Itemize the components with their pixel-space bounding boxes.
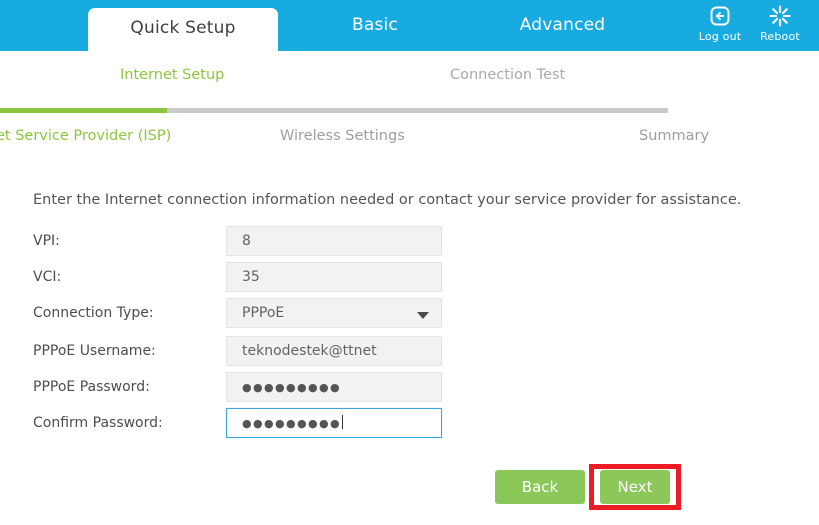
next-button[interactable]: Next (600, 470, 670, 504)
tab-quick-setup[interactable]: Quick Setup (88, 8, 278, 51)
subtab-connection-test[interactable]: Connection Test (450, 67, 565, 83)
wizard-progress-fill (0, 108, 167, 113)
logout-icon (692, 3, 748, 30)
form-row-vci: VCI: 35 (0, 262, 460, 292)
sub-tab-bar: Internet Setup Connection Test (0, 51, 819, 103)
top-header-bar: Quick Setup Basic Advanced Log out Reboo… (0, 0, 819, 51)
vci-input[interactable]: 35 (226, 262, 442, 292)
confirm-password-input[interactable]: ●●●●●●●●● (226, 408, 442, 438)
wizard-step-summary: Summary (639, 128, 710, 144)
connection-type-select[interactable]: PPPoE (226, 298, 442, 328)
vpi-input[interactable]: 8 (226, 226, 442, 256)
back-button[interactable]: Back (495, 470, 585, 504)
tab-basic[interactable]: Basic (300, 0, 450, 51)
label-vpi: VPI: (33, 233, 60, 249)
logout-button[interactable]: Log out (692, 3, 748, 43)
pppoe-password-value: ●●●●●●●●● (242, 381, 341, 394)
wizard-step-isp: et Service Provider (ISP) (0, 128, 172, 144)
reboot-icon (752, 3, 808, 30)
label-connection-type: Connection Type: (33, 305, 154, 321)
text-caret (341, 415, 343, 429)
form-row-connection-type: Connection Type: PPPoE (0, 298, 460, 328)
header-actions: Log out Reboot (689, 0, 819, 51)
wizard-step-wireless-settings: Wireless Settings (280, 128, 405, 144)
subtab-internet-setup[interactable]: Internet Setup (120, 67, 224, 83)
label-pppoe-username: PPPoE Username: (33, 343, 156, 359)
label-pppoe-password: PPPoE Password: (33, 379, 150, 395)
label-confirm-password: Confirm Password: (33, 415, 163, 431)
pppoe-password-input[interactable]: ●●●●●●●●● (226, 372, 442, 402)
label-vci: VCI: (33, 269, 62, 285)
wizard-steps: et Service Provider (ISP) Wireless Setti… (0, 128, 819, 154)
connection-type-value: PPPoE (242, 305, 285, 321)
reboot-button[interactable]: Reboot (752, 3, 808, 43)
form-row-confirm-password: Confirm Password: ●●●●●●●●● (0, 408, 460, 438)
pppoe-username-input[interactable]: teknodestek@ttnet (226, 336, 442, 366)
intro-text: Enter the Internet connection informatio… (33, 192, 742, 208)
form-row-vpi: VPI: 8 (0, 226, 460, 256)
confirm-password-value: ●●●●●●●●● (242, 417, 341, 430)
logout-label: Log out (698, 30, 742, 43)
chevron-down-icon (417, 312, 429, 319)
reboot-label: Reboot (760, 30, 800, 43)
form-row-pppoe-username: PPPoE Username: teknodestek@ttnet (0, 336, 460, 366)
form-row-pppoe-password: PPPoE Password: ●●●●●●●●● (0, 372, 460, 402)
wizard-progress-track (0, 108, 668, 113)
tab-advanced[interactable]: Advanced (480, 0, 645, 51)
